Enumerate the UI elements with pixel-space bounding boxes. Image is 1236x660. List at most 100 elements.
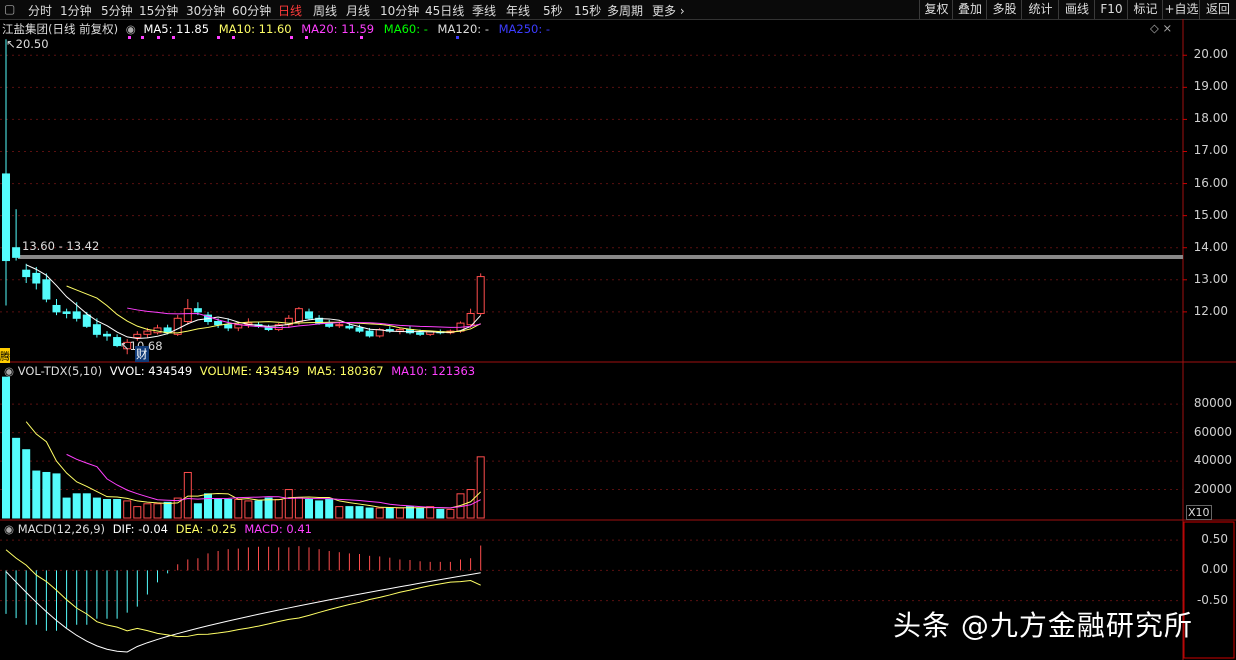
candle-body (62, 311, 71, 314)
price-tick-label: 17.00 (1193, 143, 1228, 158)
candle-body (416, 332, 425, 335)
arrow-icon: ↖ (6, 37, 16, 51)
price-tick-label: 14.00 (1193, 239, 1228, 254)
volume-bar (274, 499, 283, 519)
dif-label: DIF: -0.04 (112, 522, 168, 536)
volume-bar (264, 497, 273, 519)
volume-tick-label: 80000 (1193, 396, 1232, 411)
volume-bar (305, 499, 313, 519)
vol-ma5-line (25, 421, 482, 509)
price-tick-label: 16.00 (1193, 175, 1228, 190)
ma20-label: MA20: 11.59 (301, 22, 375, 36)
collapse-icon[interactable]: ◉ (4, 364, 14, 378)
high-price-label: ↖20.50 (6, 37, 49, 51)
candle-body (42, 279, 51, 300)
volume-unit: X10 (1186, 505, 1212, 520)
volume-bar (254, 500, 263, 519)
volume-bar (426, 506, 435, 519)
volume-bar (416, 507, 425, 519)
candle-body (305, 311, 313, 319)
volume-bar (395, 507, 404, 519)
volume-bar (103, 499, 111, 519)
volume-bar (294, 497, 303, 519)
collapse-icon[interactable]: ◉ (126, 22, 136, 36)
candle-body (294, 308, 303, 323)
volume-bar (163, 501, 172, 519)
ma10-label: MA10: 11.60 (218, 22, 292, 36)
candle-body (133, 333, 142, 339)
candle-body (12, 247, 21, 258)
event-marker[interactable]: 腾 (0, 348, 10, 363)
ma250-label: MA250: - (498, 22, 551, 36)
volume-bar (32, 470, 41, 519)
volume-bar (385, 507, 394, 519)
candle-body (214, 321, 223, 326)
price-tick-label: 12.00 (1193, 303, 1228, 318)
volume-bar (446, 508, 455, 519)
price-tick-label: 13.00 (1193, 271, 1228, 286)
volume-bar (62, 497, 71, 519)
macd-value-label: MACD: 0.41 (244, 522, 312, 536)
range-label: 13.60 - 13.42 (22, 239, 100, 253)
macd-panel-header: ◉ MACD(12,26,9) DIF: -0.04 DEA: -0.25 MA… (4, 522, 312, 536)
candle-body (32, 272, 41, 284)
volume-bar (345, 506, 354, 519)
volume-bar (12, 437, 21, 519)
volume-bar (355, 506, 364, 519)
volume-bar (153, 503, 162, 519)
price-tick-label: 20.00 (1193, 47, 1228, 62)
dea-label: DEA: -0.25 (175, 522, 237, 536)
volume-bar (72, 493, 81, 519)
volume-bar (325, 499, 334, 519)
volume-bar (113, 499, 122, 519)
dif-line (5, 571, 481, 653)
volume-label: VOLUME: 434549 (199, 364, 300, 378)
candle-body (82, 314, 91, 327)
candle-body (22, 269, 31, 278)
candle-body (345, 325, 354, 329)
volume-panel-header: ◉ VOL-TDX(5,10) VVOL: 434549 VOLUME: 434… (4, 364, 475, 378)
candle-body (103, 333, 111, 337)
volume-bar (406, 506, 414, 519)
diamond-icon[interactable]: ◇ × (1150, 21, 1172, 35)
macd-title: MACD(12,26,9) (17, 522, 106, 536)
candle-body (193, 308, 202, 313)
finance-marker[interactable]: 财 (135, 346, 149, 362)
volume-bar (284, 489, 293, 519)
volume-bar (315, 500, 324, 519)
macd-tick-label: 0.00 (1201, 562, 1228, 577)
volume-tick-label: 20000 (1193, 481, 1232, 496)
dea-line (5, 549, 481, 638)
volume-tick-label: 40000 (1193, 453, 1232, 468)
volume-bar (204, 493, 212, 519)
collapse-icon[interactable]: ◉ (4, 522, 14, 536)
volume-bar (244, 500, 253, 519)
volume-bar (214, 499, 223, 519)
candle-body (365, 330, 374, 337)
volume-bar (193, 503, 202, 519)
candle-body (224, 324, 233, 329)
volume-bar (2, 376, 10, 519)
macd-tick-label: 0.50 (1201, 532, 1228, 547)
candle-body (355, 327, 364, 332)
candle-body (52, 304, 61, 313)
candle-body (335, 324, 344, 327)
macd-tick-label: -0.50 (1196, 592, 1228, 607)
price-tick-label: 15.00 (1193, 207, 1228, 222)
candle-body (143, 330, 152, 335)
volume-bar (52, 473, 61, 519)
volume-indicator-title: VOL-TDX(5,10) (17, 364, 103, 378)
arrow-icon: ↖ (120, 339, 130, 353)
watermark: 头条 @九方金融研究所 (893, 609, 1193, 642)
candle-body (2, 173, 10, 262)
volume-bar (123, 500, 132, 519)
candle-body (183, 308, 192, 323)
candle-body (92, 324, 101, 335)
stock-title: 江盐集团(日线 前复权) (2, 22, 119, 36)
candle-body (72, 311, 81, 319)
volume-bar (143, 503, 152, 519)
volume-bar (42, 471, 51, 519)
volume-bar (133, 506, 142, 519)
volume-bar (365, 507, 374, 519)
volume-bar (476, 456, 485, 519)
